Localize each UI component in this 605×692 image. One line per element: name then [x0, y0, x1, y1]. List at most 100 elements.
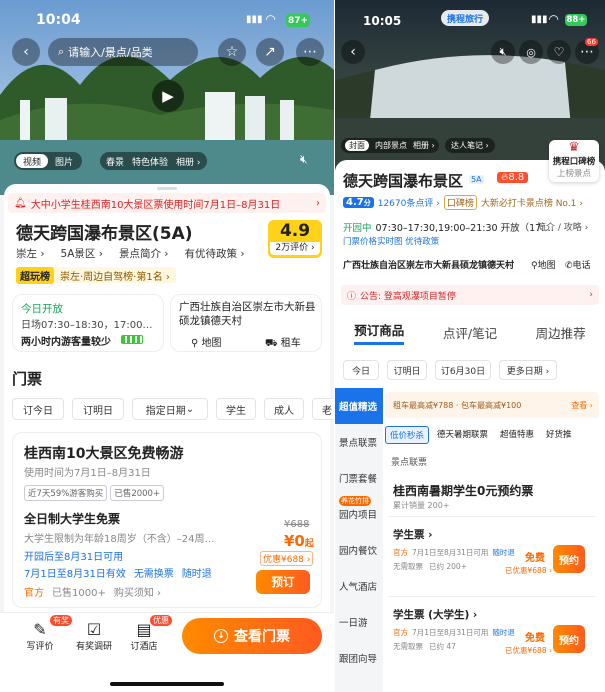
more-icon[interactable]: ⋯	[296, 38, 324, 66]
locate-icon[interactable]: ◎	[519, 40, 543, 64]
tab-photos[interactable]: 图片	[48, 155, 80, 168]
filter-goods[interactable]: 好货推	[542, 426, 576, 444]
tab-booking[interactable]: 预订商品	[354, 320, 405, 345]
intro-link[interactable]: 简介 / 攻略 ›	[537, 220, 588, 233]
reserve-button[interactable]: 预约	[553, 625, 585, 653]
tag-album[interactable]: 相册 ›	[176, 155, 200, 168]
policy-links[interactable]: 门票价格实时图 优待政策	[343, 235, 439, 247]
tab-reviews[interactable]: 点评/笔记	[443, 323, 497, 342]
rank-badge: 口碑榜	[443, 195, 477, 210]
filter-adult[interactable]: 成人	[264, 398, 304, 420]
address-text[interactable]: 广西壮族自治区崇左市大新县硕龙镇德天村	[343, 258, 514, 271]
meta-city[interactable]: 崇左 ›	[16, 246, 45, 261]
review-count: 2万评价 ›	[270, 242, 320, 255]
favorite-icon[interactable]: ☆	[218, 38, 246, 66]
ticket-saved: 已优惠¥688 ›	[505, 646, 552, 655]
filter-flash[interactable]: 低价秒杀	[385, 426, 430, 444]
map-link[interactable]: ⚲ 地图	[191, 334, 222, 349]
tag-spring[interactable]: 春景	[106, 155, 124, 168]
address-card[interactable]: 广西壮族自治区崇左市大新县硕龙镇德天村 ⚲ 地图 ⛟ 租车	[170, 294, 322, 352]
sidebar-item-daytour[interactable]: 一日游	[335, 604, 383, 640]
price-suffix: 起	[304, 539, 314, 549]
tab-album[interactable]: 相册 ›	[413, 140, 435, 151]
media-tags: 封面 内部景点 相册 ›	[341, 138, 439, 153]
ticket-desc[interactable]: 大学生限制为年龄18周岁（不含）–24周…	[24, 530, 214, 545]
filter-tomorrow[interactable]: 订明日	[72, 398, 124, 420]
sidebar-item-guide[interactable]: 跟团向导	[335, 640, 383, 676]
ticket-free: 免费	[525, 633, 545, 644]
hours-row[interactable]: 开园中 07:30–17:30,19:00–21:30 开放（17:…	[343, 220, 554, 234]
book-button[interactable]: 预订	[256, 570, 310, 594]
meta-level[interactable]: 5A景区 ›	[61, 246, 103, 261]
filter-senior[interactable]: 老	[312, 398, 334, 420]
notes-link[interactable]: 达人笔记 ›	[445, 138, 495, 153]
score-row[interactable]: 4.7分 12670条点评 › 口碑榜 大新必打卡景点榜 No.1 ›	[343, 195, 583, 210]
rank-row[interactable]: 超玩榜 崇左·周边自驾榜·第1名 ›	[16, 266, 176, 284]
ticket-info: 官方 7月1日至8月31日可用 随时退	[393, 547, 515, 558]
mute-icon[interactable]: 🔇︎	[300, 152, 308, 167]
rent-link[interactable]: 查看 ›	[571, 400, 593, 411]
announcement-bar[interactable]: ⓘ 公告: 登高观瀑项目暂停 ›	[341, 285, 599, 305]
notice-banner[interactable]: 🔔︎ 大中小学生桂西南10大景区票使用时间7月1日–8月31日 ›	[8, 193, 326, 213]
filter-student[interactable]: 学生	[216, 398, 256, 420]
discount-badge: 优惠¥688 ›	[260, 551, 314, 566]
sidebar-item-combo[interactable]: 景点联票	[335, 424, 383, 460]
survey-button[interactable]: ☑ 有奖调研	[74, 620, 114, 652]
filter-value[interactable]: 超值特惠	[496, 426, 539, 444]
hero-image[interactable]: 10:04 ▮▮▮ ◠ 87+ ‹ ⌕ 请输入/景点/品类 ☆ ↗ ⋯ ▶ 视频…	[0, 0, 334, 195]
product-filters: 低价秒杀 德天暑期联票 超值特惠 好货推	[385, 426, 576, 444]
award-badge[interactable]: ♛ 携程口碑榜 上榜景点	[549, 140, 599, 182]
tab-cover[interactable]: 封面	[345, 140, 369, 151]
ticket-item[interactable]: 学生票 (大学生) › 官方 7月1日至8月31日可用 随时退 无需取票 已约 47 免费已…	[389, 596, 595, 670]
date-today[interactable]: 今日	[343, 360, 379, 380]
map-link[interactable]: ⚲地图	[531, 258, 556, 271]
ticket-refund: 随时退	[492, 548, 515, 557]
rent-promo[interactable]: 租车最高减¥788 · 包车最高减¥100 查看 ›	[385, 392, 599, 418]
sidebar-item-package[interactable]: 门票套餐	[335, 460, 383, 496]
search-icon: ⌕	[58, 45, 65, 58]
filter-summer[interactable]: 德天暑期联票	[433, 426, 493, 444]
filter-today[interactable]: 订今日	[12, 398, 64, 420]
ticket-item[interactable]: 学生票 › 官方 7月1日至8月31日可用 随时退 无需取票 已约 200+ 免费 已优惠¥6…	[389, 516, 595, 590]
drag-handle[interactable]	[157, 187, 177, 190]
car-link[interactable]: ⛟ 租车	[265, 334, 301, 351]
ticket-policies: 7月1日至8月31日有效 无需换票 随时退	[24, 565, 212, 580]
promo-title[interactable]: 桂西南10大景区免费畅游	[24, 443, 183, 463]
meta-policy[interactable]: 有优待政策 ›	[185, 246, 245, 261]
left-phone: 10:04 ▮▮▮ ◠ 87+ ‹ ⌕ 请输入/景点/品类 ☆ ↗ ⋯ ▶ 视频…	[0, 0, 334, 692]
review-count: 12670条点评 ›	[377, 199, 440, 209]
package-title[interactable]: 桂西南暑期学生0元预约票	[393, 482, 533, 499]
ticket-name: 学生票 (大学生) ›	[393, 609, 478, 621]
ticket-saved: 已优惠¥688 ›	[505, 566, 552, 575]
meta-intro[interactable]: 景点简介 ›	[119, 246, 169, 261]
reserve-button[interactable]: 预约	[553, 545, 585, 573]
battery-indicator: 87+	[286, 14, 310, 27]
search-bar[interactable]: ⌕ 请输入/景点/品类	[48, 38, 198, 66]
view-tickets-button[interactable]: ↓ 查看门票	[182, 618, 322, 654]
ticket-name[interactable]: 全日制大学生免票	[24, 510, 120, 527]
search-input[interactable]: 请输入/景点/品类	[68, 44, 152, 60]
tab-inner-spots[interactable]: 内部景点	[375, 140, 407, 151]
back-icon[interactable]: ‹	[341, 40, 365, 64]
play-icon[interactable]: ▶	[152, 80, 184, 112]
back-icon[interactable]: ‹	[12, 38, 40, 66]
ticket-price: ¥0起	[284, 532, 314, 550]
tab-nearby[interactable]: 周边推荐	[536, 323, 586, 342]
score-box[interactable]: 4.9 2万评价 ›	[268, 220, 322, 258]
tab-video[interactable]: 视频	[16, 154, 49, 168]
date-tomorrow[interactable]: 订明日	[387, 360, 427, 380]
sidebar-item-dining[interactable]: 园内餐饮	[335, 532, 383, 568]
filter-date[interactable]: 指定日期 ⌄	[132, 398, 208, 420]
ticket-notice[interactable]: 购买须知 ›	[114, 584, 161, 599]
share-icon[interactable]: ↗	[256, 38, 284, 66]
phone-link[interactable]: ✆电话	[565, 258, 591, 271]
ticket-free: 免费	[525, 553, 545, 564]
sidebar-item-hotels[interactable]: 人气酒店	[335, 568, 383, 604]
date-more[interactable]: 更多日期 ›	[499, 360, 557, 380]
tag-experience[interactable]: 特色体验	[132, 155, 168, 168]
favorite-icon[interactable]: ♡	[547, 40, 571, 64]
sidebar-item-featured[interactable]: 超值精选	[335, 388, 383, 424]
date-june30[interactable]: 订6月30日	[435, 360, 491, 380]
open-hours-card[interactable]: 今日开放 日场07:30–18:30，17:00… 两小时内游客量较少	[12, 294, 164, 352]
mute-icon[interactable]: 🔇︎	[491, 40, 515, 64]
